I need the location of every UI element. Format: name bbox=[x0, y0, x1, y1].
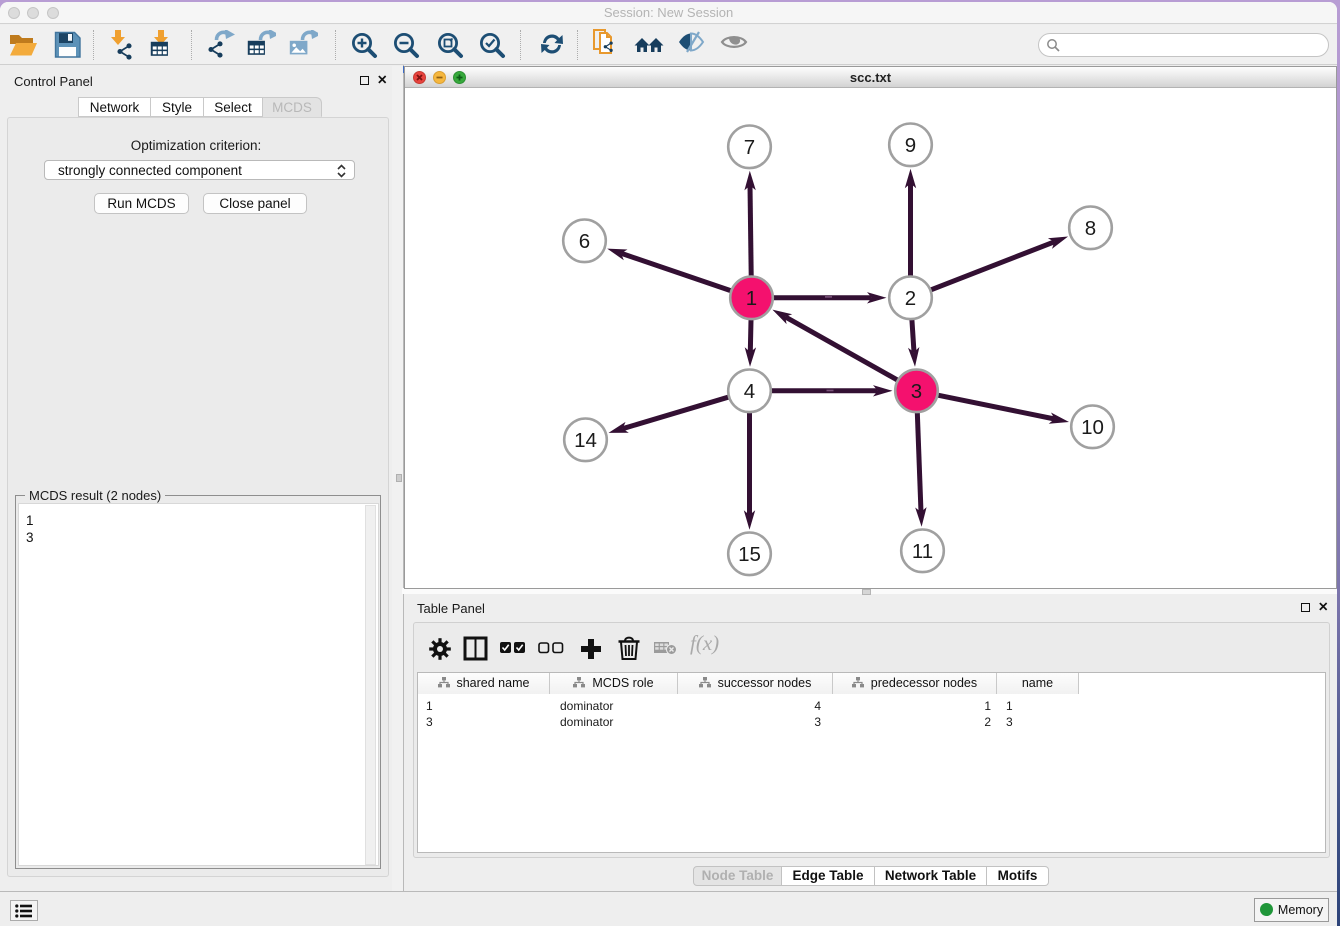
svg-text:7: 7 bbox=[744, 136, 755, 159]
svg-text:15: 15 bbox=[738, 543, 761, 566]
svg-text:1: 1 bbox=[746, 287, 757, 310]
svg-text:4: 4 bbox=[744, 380, 755, 403]
svg-text:8: 8 bbox=[1085, 217, 1096, 240]
svg-text:11: 11 bbox=[912, 540, 933, 563]
svg-text:3: 3 bbox=[911, 380, 922, 403]
svg-text:6: 6 bbox=[579, 230, 590, 253]
svg-text:9: 9 bbox=[905, 134, 916, 157]
svg-text:14: 14 bbox=[574, 429, 597, 452]
svg-text:10: 10 bbox=[1081, 416, 1104, 439]
svg-text:2: 2 bbox=[905, 287, 916, 310]
